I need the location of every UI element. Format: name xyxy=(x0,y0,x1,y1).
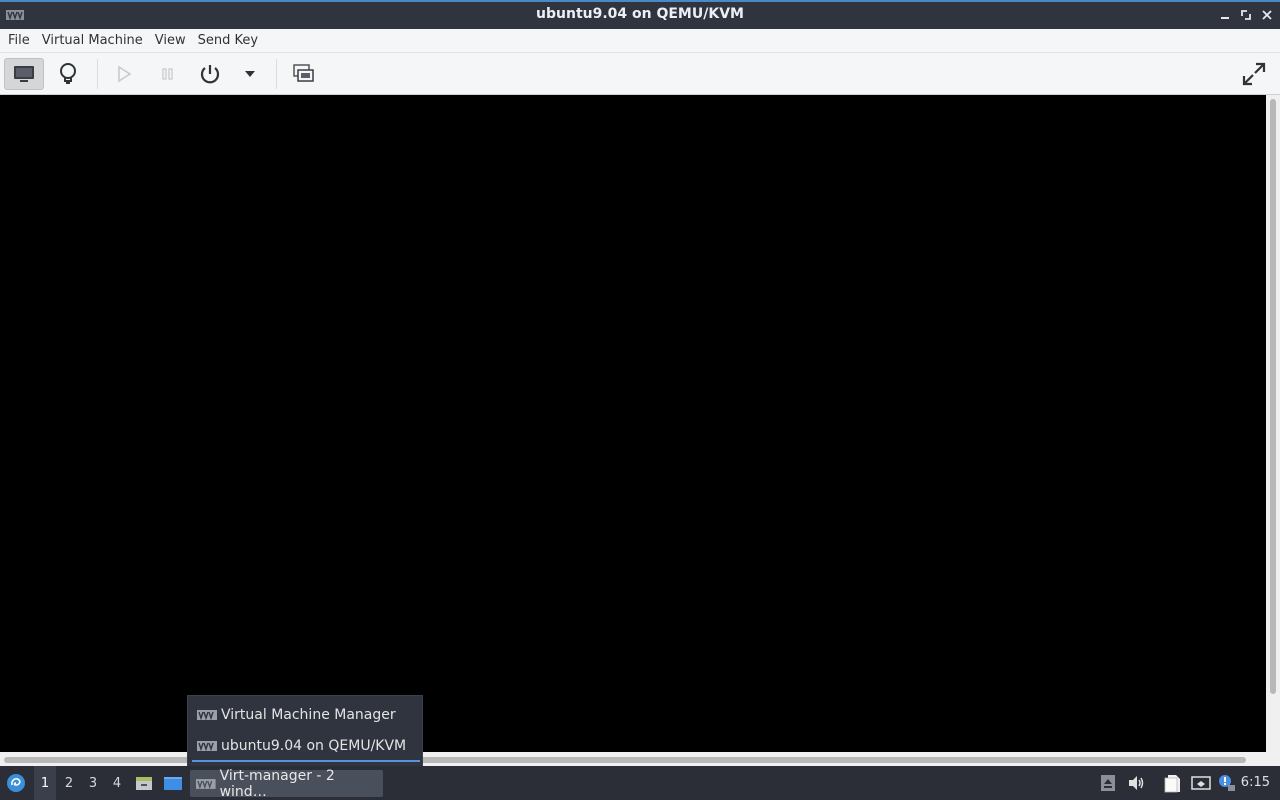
shutdown-button[interactable] xyxy=(190,58,230,90)
toolbar xyxy=(0,53,1280,95)
fullscreen-icon xyxy=(1242,62,1266,86)
eject-tray[interactable] xyxy=(1098,766,1118,800)
file-manager-icon xyxy=(136,777,152,790)
task-window-list-popup: Virtual Machine Manager ubuntu9.04 on QE… xyxy=(187,695,423,767)
shutdown-menu-button[interactable] xyxy=(230,58,270,90)
play-icon xyxy=(118,65,132,83)
notification-icon xyxy=(1219,775,1235,791)
pause-button[interactable] xyxy=(148,58,188,90)
window-list-item-label: ubuntu9.04 on QEMU/KVM xyxy=(221,738,407,754)
pause-icon xyxy=(162,68,173,80)
taskbar: 1 2 3 4 Virt-manager - 2 wind… 6:15 xyxy=(0,766,1280,800)
close-icon[interactable] xyxy=(1259,7,1275,23)
menu-virtual-machine[interactable]: Virtual Machine xyxy=(36,29,149,53)
menu-file[interactable]: File xyxy=(2,29,36,53)
clock[interactable]: 6:15 xyxy=(1241,766,1270,800)
notification-tray[interactable] xyxy=(1216,766,1238,800)
workspace-1[interactable]: 1 xyxy=(34,766,56,800)
dropdown-arrow-icon xyxy=(245,71,255,77)
distro-logo-icon xyxy=(7,774,25,792)
file-manager-launcher[interactable] xyxy=(133,766,155,800)
volume-tray[interactable] xyxy=(1126,766,1146,800)
eject-icon xyxy=(1101,775,1115,791)
network-tray[interactable] xyxy=(1190,766,1212,800)
task-label: Virt-manager - 2 wind… xyxy=(219,767,335,800)
run-button[interactable] xyxy=(104,58,144,90)
window-list-item-label: Virtual Machine Manager xyxy=(221,707,396,723)
window-list-item-selected[interactable]: ubuntu9.04 on QEMU/KVM xyxy=(192,732,420,762)
fullscreen-button[interactable] xyxy=(1234,58,1274,90)
monitor-icon xyxy=(14,66,34,82)
workspace-4[interactable]: 4 xyxy=(106,766,128,800)
menu-view[interactable]: View xyxy=(149,29,192,53)
window-titlebar[interactable]: ubuntu9.04 on QEMU/KVM xyxy=(0,0,1280,29)
start-menu-button[interactable] xyxy=(4,766,28,800)
vertical-scrollbar-thumb[interactable] xyxy=(1270,99,1276,694)
virt-manager-icon xyxy=(196,778,216,789)
menubar: File Virtual Machine View Send Key xyxy=(0,29,1280,53)
show-details-button[interactable] xyxy=(48,58,88,90)
show-desktop-button[interactable] xyxy=(161,766,185,800)
workspace-3[interactable]: 3 xyxy=(82,766,104,800)
window-title: ubuntu9.04 on QEMU/KVM xyxy=(536,6,744,22)
snapshots-icon xyxy=(293,64,314,82)
virt-manager-icon xyxy=(197,741,217,752)
desktop-icon xyxy=(164,777,182,790)
vm-console-display[interactable] xyxy=(0,95,1266,752)
network-icon xyxy=(1191,776,1211,790)
workspace-2[interactable]: 2 xyxy=(58,766,80,800)
show-console-button[interactable] xyxy=(4,58,44,90)
virt-manager-icon xyxy=(197,710,217,721)
toolbar-separator xyxy=(97,59,98,89)
menu-send-key[interactable]: Send Key xyxy=(192,29,264,53)
clipboard-tray[interactable] xyxy=(1162,766,1184,800)
window-list-item[interactable]: Virtual Machine Manager xyxy=(192,700,420,730)
vertical-scrollbar[interactable] xyxy=(1266,95,1280,752)
maximize-icon[interactable] xyxy=(1238,7,1254,23)
speaker-icon xyxy=(1129,776,1144,790)
lightbulb-icon xyxy=(60,63,76,84)
taskbar-task-virt-manager[interactable]: Virt-manager - 2 wind… xyxy=(190,767,383,800)
clipboard-icon xyxy=(1164,775,1180,793)
toolbar-separator xyxy=(276,59,277,89)
minimize-icon[interactable] xyxy=(1217,7,1233,23)
power-icon xyxy=(200,65,220,84)
snapshots-button[interactable] xyxy=(284,58,324,90)
